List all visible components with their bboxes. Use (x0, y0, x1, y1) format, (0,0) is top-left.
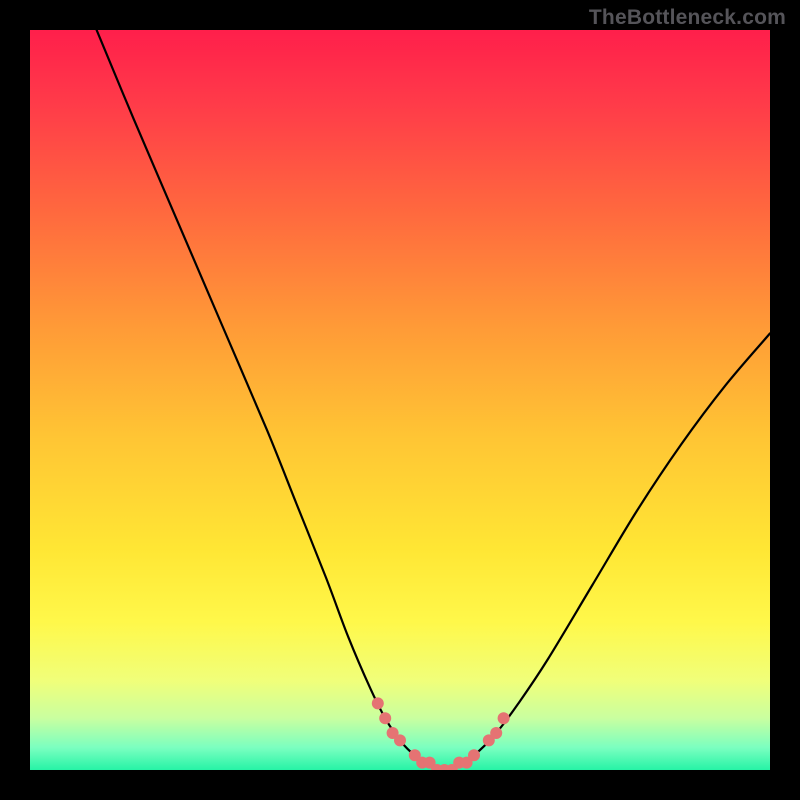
marker-point (468, 749, 480, 761)
marker-point (394, 734, 406, 746)
marker-point (379, 712, 391, 724)
bottleneck-curve (97, 30, 770, 770)
marker-point (498, 712, 510, 724)
watermark-text: TheBottleneck.com (589, 6, 786, 30)
highlight-markers (372, 697, 510, 770)
marker-point (372, 697, 384, 709)
plot-area (30, 30, 770, 770)
chart-frame: TheBottleneck.com (0, 0, 800, 800)
curve-layer (30, 30, 770, 770)
marker-point (490, 727, 502, 739)
